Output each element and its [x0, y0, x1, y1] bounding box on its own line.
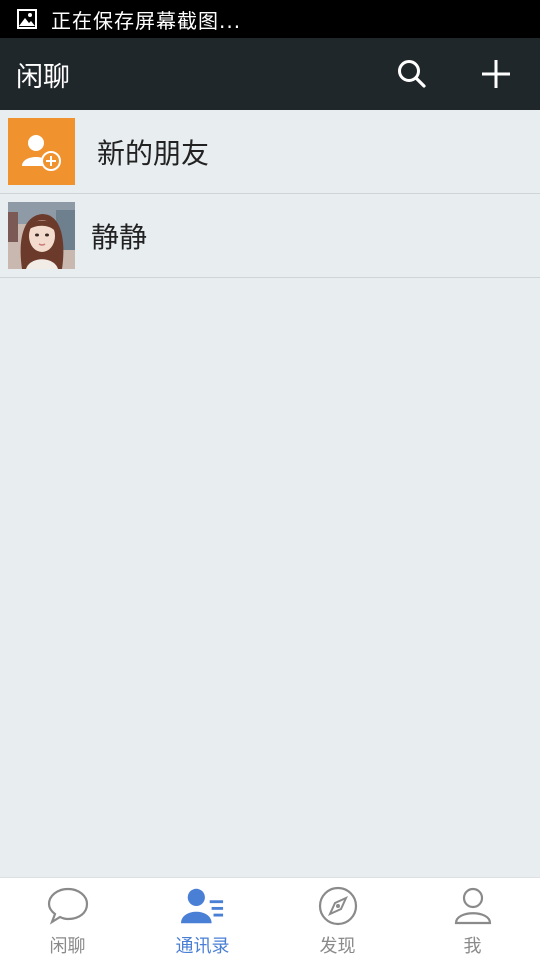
tab-discover-label: 发现 — [319, 936, 356, 957]
add-contact-icon — [8, 118, 75, 185]
avatar — [8, 202, 75, 269]
contact-list: 新的朋友 静静 — [0, 110, 540, 278]
bottom-tab-bar: 闲聊 通讯录 发现 我 — [0, 877, 540, 960]
app-bar-actions — [392, 54, 540, 94]
tab-me[interactable]: 我 — [405, 878, 540, 960]
status-bar: 正在保存屏幕截图... — [0, 0, 540, 38]
tab-me-label: 我 — [463, 936, 482, 957]
tab-chat-label: 闲聊 — [49, 936, 86, 957]
tab-contacts-label: 通讯录 — [175, 936, 230, 957]
contacts-icon — [180, 884, 225, 928]
image-notification-icon — [17, 8, 39, 30]
search-icon — [398, 60, 426, 88]
plus-icon — [482, 60, 510, 88]
tab-contacts[interactable]: 通讯录 — [135, 878, 270, 960]
compass-icon — [316, 884, 360, 928]
chat-bubble-icon — [46, 884, 90, 928]
app-bar: 闲聊 — [0, 38, 540, 110]
tab-chat[interactable]: 闲聊 — [0, 878, 135, 960]
person-icon — [451, 884, 495, 928]
contact-row[interactable]: 静静 — [0, 194, 540, 278]
add-button[interactable] — [476, 54, 516, 94]
app-title: 闲聊 — [16, 61, 70, 93]
status-text: 正在保存屏幕截图... — [51, 8, 242, 33]
new-friends-row[interactable]: 新的朋友 — [0, 110, 540, 194]
new-friends-label: 新的朋友 — [97, 136, 210, 170]
tab-discover[interactable]: 发现 — [270, 878, 405, 960]
contact-name: 静静 — [91, 220, 148, 254]
search-button[interactable] — [392, 54, 432, 94]
